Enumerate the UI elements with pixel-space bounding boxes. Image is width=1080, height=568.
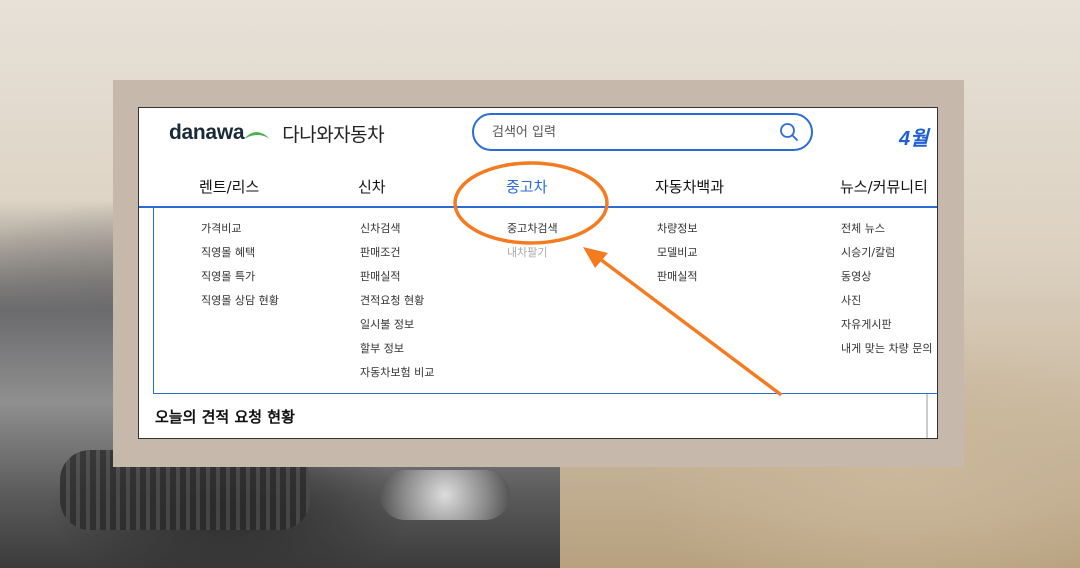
menu-item[interactable]: 동영상 [841,268,932,292]
menu-item[interactable]: 일시불 정보 [360,316,434,340]
site-name: 다나와자동차 [282,123,385,146]
menu-item[interactable]: 차량정보 [657,220,697,244]
menu-item[interactable]: 직영몰 상담 현황 [201,292,279,316]
search-icon[interactable] [779,122,799,142]
promo-banner[interactable]: 4월 [899,122,929,151]
menu-item-used-car-search[interactable]: 중고차검색 [507,220,558,244]
logo-swoosh-icon [244,132,271,139]
today-quote-status-title: 오늘의 견적 요청 현황 [155,408,295,426]
nav-item-car-encyclopedia[interactable]: 자동차백과 [655,176,724,197]
menu-item[interactable]: 판매조건 [360,244,434,268]
menu-item[interactable]: 모델비교 [657,244,697,268]
mega-menu-dropdown: 가격비교 직영몰 혜택 직영몰 특가 직영몰 상담 현황 신차검색 판매조건 판… [153,208,937,394]
logo-wordmark: danawa [169,121,245,144]
menu-item[interactable]: 사진 [841,292,932,316]
website-screenshot: danawa 다나와자동차 4월 렌트/리스 신차 중고차 자동차백과 뉴스/커… [138,107,938,439]
menu-item[interactable]: 시승기/칼럼 [841,244,932,268]
menu-item[interactable]: 내게 맞는 차량 문의 [841,340,932,364]
menu-column-new-car: 신차검색 판매조건 판매실적 견적요청 현황 일시불 정보 할부 정보 자동차보… [360,220,434,388]
main-nav: 렌트/리스 신차 중고차 자동차백과 뉴스/커뮤니티 [139,166,937,206]
nav-item-used-car[interactable]: 중고차 [506,176,547,197]
car-headlamp [380,470,510,520]
menu-item[interactable]: 판매실적 [360,268,434,292]
menu-column-used-car: 중고차검색 내차팔기 [507,220,558,268]
search-input[interactable] [492,124,779,140]
search-bar[interactable] [472,113,813,151]
menu-item-sell-my-car[interactable]: 내차팔기 [507,244,558,268]
menu-item[interactable]: 판매실적 [657,268,697,292]
menu-item[interactable]: 신차검색 [360,220,434,244]
menu-item[interactable]: 직영몰 특가 [201,268,279,292]
site-header: danawa 다나와자동차 4월 [139,108,937,160]
nav-item-rent-lease[interactable]: 렌트/리스 [199,176,259,197]
menu-item[interactable]: 할부 정보 [360,340,434,364]
menu-column-rent-lease: 가격비교 직영몰 혜택 직영몰 특가 직영몰 상담 현황 [201,220,279,316]
menu-item[interactable]: 자동차보험 비교 [360,364,434,388]
site-logo[interactable]: danawa 다나와자동차 [169,120,385,146]
menu-item[interactable]: 전체 뉴스 [841,220,932,244]
scrollbar[interactable] [926,394,928,438]
menu-column-car-encyclopedia: 차량정보 모델비교 판매실적 [657,220,697,292]
nav-item-news-community[interactable]: 뉴스/커뮤니티 [840,176,928,197]
menu-column-news-community: 전체 뉴스 시승기/칼럼 동영상 사진 자유게시판 내게 맞는 차량 문의 [841,220,932,364]
menu-item[interactable]: 직영몰 혜택 [201,244,279,268]
menu-item[interactable]: 자유게시판 [841,316,932,340]
menu-item[interactable]: 견적요청 현황 [360,292,434,316]
menu-item[interactable]: 가격비교 [201,220,279,244]
nav-item-new-car[interactable]: 신차 [358,176,386,197]
